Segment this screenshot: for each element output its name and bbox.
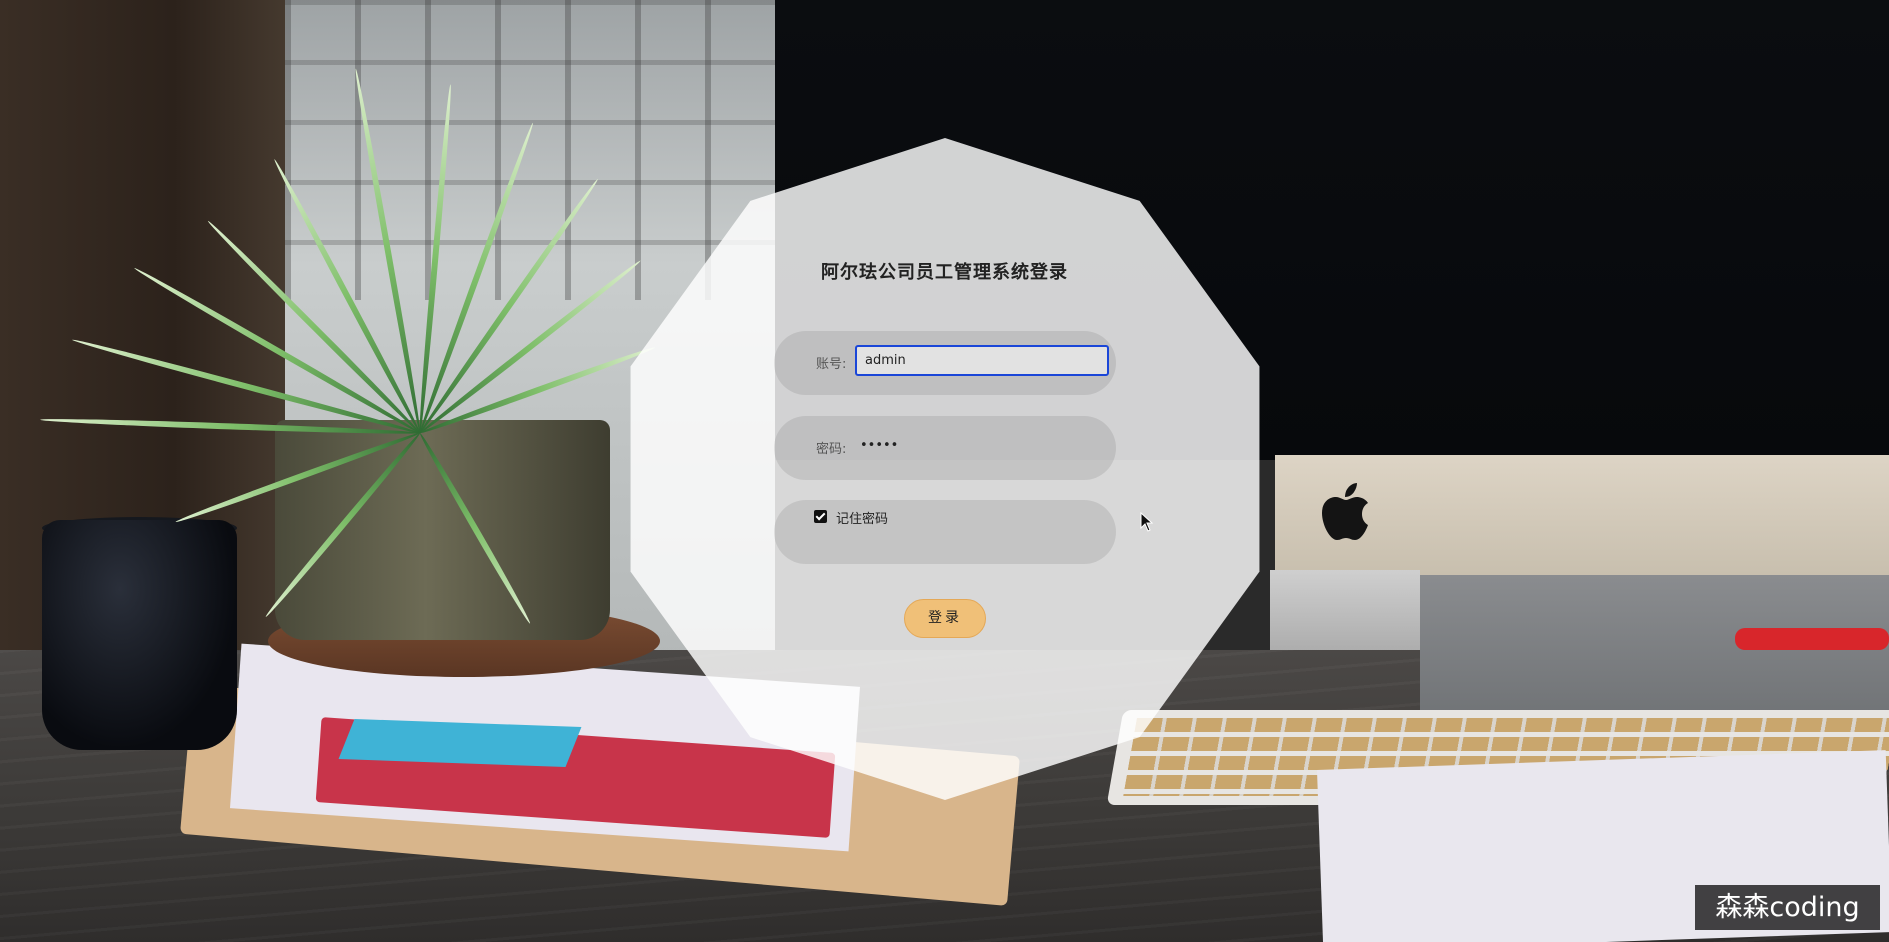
background-cables: [1420, 575, 1889, 725]
password-row: 密码:: [774, 416, 1116, 480]
background-window-frame: [285, 0, 775, 300]
background-mug: [42, 520, 237, 750]
watermark: 森森coding: [1695, 885, 1880, 930]
background-plant-pot: [275, 420, 610, 640]
password-label: 密码:: [816, 442, 847, 457]
mouse-cursor-icon: [1140, 512, 1154, 532]
login-scene: 阿尔珐公司员工管理系统登录 账号: 密码: 记住密码 登录 森森coding: [0, 0, 1889, 942]
password-input[interactable]: [850, 430, 1104, 461]
remember-row: 记住密码: [774, 500, 1116, 564]
background-sticky-note: [338, 718, 582, 768]
account-row: 账号:: [774, 331, 1116, 395]
login-button[interactable]: 登录: [904, 599, 986, 638]
remember-label[interactable]: 记住密码: [836, 508, 888, 527]
apple-logo-icon: [1322, 483, 1368, 540]
remember-checkbox[interactable]: [814, 510, 827, 523]
account-input[interactable]: [855, 345, 1109, 376]
account-label: 账号:: [816, 357, 847, 372]
page-title: 阿尔珐公司员工管理系统登录: [821, 262, 1068, 283]
background-red-pen: [1735, 628, 1889, 650]
background-monitor-stand: [1270, 570, 1420, 660]
